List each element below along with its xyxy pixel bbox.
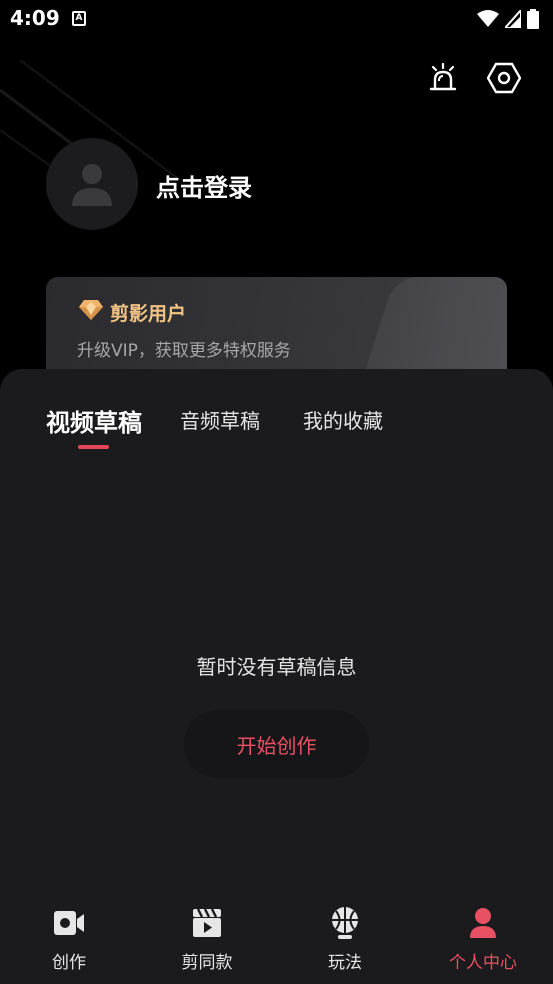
diamond-icon	[79, 300, 103, 320]
vip-subtitle: 升级VIP，获取更多特权服务	[77, 341, 291, 361]
person-icon	[466, 906, 500, 940]
tab-favorites[interactable]: 我的收藏	[303, 405, 383, 434]
user-placeholder-icon	[72, 164, 112, 206]
nav-label-template: 剪同款	[181, 953, 233, 973]
vip-title: 剪影用户	[110, 303, 187, 325]
draft-tabs: 视频草稿 音频草稿 我的收藏	[0, 369, 553, 459]
nav-item-play[interactable]: 玩法	[295, 906, 395, 973]
alarm-button[interactable]	[423, 58, 463, 98]
basketball-icon	[328, 906, 362, 940]
nav-item-create[interactable]: 创作	[19, 906, 119, 973]
nav-item-profile[interactable]: 个人中心	[433, 906, 533, 973]
battery-icon	[527, 9, 539, 29]
avatar[interactable]	[46, 138, 138, 230]
bottom-nav: 创作 剪同款 玩法 个人中心	[0, 890, 553, 984]
empty-state-message: 暂时没有草稿信息	[196, 655, 357, 679]
video-camera-icon	[52, 906, 86, 940]
settings-button[interactable]	[484, 58, 524, 98]
nav-label-profile: 个人中心	[449, 953, 517, 973]
status-time: 4:09	[10, 6, 60, 30]
nav-label-create: 创作	[52, 953, 86, 973]
start-creating-button[interactable]: 开始创作	[184, 710, 369, 778]
notification-icon: A	[72, 11, 86, 26]
clapperboard-icon	[190, 906, 224, 940]
status-bar: 4:09 A	[0, 0, 553, 38]
nav-item-template[interactable]: 剪同款	[157, 906, 257, 973]
nav-label-play: 玩法	[328, 953, 362, 973]
tab-video-drafts[interactable]: 视频草稿	[46, 403, 142, 438]
login-link[interactable]: 点击登录	[156, 168, 252, 203]
tab-audio-drafts[interactable]: 音频草稿	[180, 405, 260, 434]
signal-icon	[505, 10, 521, 28]
alarm-light-icon	[429, 63, 457, 91]
hexagon-settings-icon	[487, 62, 521, 94]
status-icons	[477, 8, 539, 30]
tab-indicator	[78, 445, 109, 449]
wifi-icon	[477, 10, 499, 27]
